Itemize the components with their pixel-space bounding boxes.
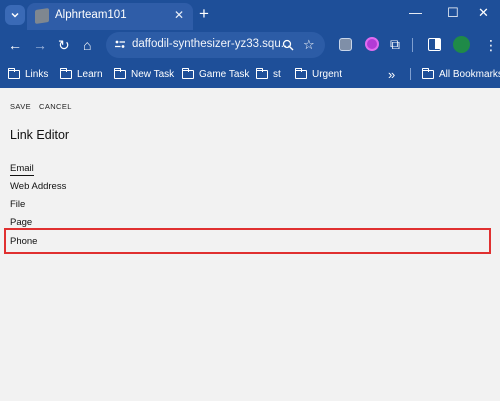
folder-icon: [294, 67, 307, 79]
link-type-file[interactable]: File: [10, 199, 25, 210]
save-button[interactable]: SAVE: [10, 102, 31, 111]
link-type-web-address[interactable]: Web Address: [10, 181, 66, 192]
bookmark-urgent[interactable]: Urgent: [294, 66, 343, 82]
folder-icon: [255, 67, 268, 79]
reload-icon[interactable]: ↻: [58, 37, 70, 53]
bookmarks-bar: Links Learn New Task Game Task st Urgent…: [0, 60, 500, 88]
forward-arrow-icon[interactable]: →: [33, 37, 47, 53]
bookmark-learn[interactable]: Learn: [59, 66, 103, 82]
tab-search-button[interactable]: [5, 5, 25, 25]
address-url: daffodil-synthesizer-yz33.squ...: [132, 38, 291, 50]
page-title: Link Editor: [10, 128, 70, 142]
close-icon[interactable]: ✕: [174, 8, 184, 22]
folder-icon: [59, 67, 72, 79]
back-arrow-icon[interactable]: ←: [8, 37, 22, 53]
bookmarks-overflow-button[interactable]: »: [388, 66, 395, 82]
cancel-button[interactable]: CANCEL: [39, 102, 72, 111]
page-content: SAVE CANCEL Link Editor Email Web Addres…: [0, 88, 500, 401]
extension-icon[interactable]: [339, 38, 352, 51]
toolbar-divider: [412, 38, 413, 52]
link-type-page[interactable]: Page: [10, 217, 32, 228]
folder-icon: [421, 67, 434, 79]
bookmark-label: Learn: [77, 68, 103, 80]
browser-chrome: Alphrteam101 ✕ + — ☐ ✕ ← → ↻ ⌂ daffodil-…: [0, 0, 500, 88]
browser-toolbar: ← → ↻ ⌂ daffodil-synthesizer-yz33.squ...…: [0, 30, 500, 60]
tab-title: Alphrteam101: [55, 9, 127, 21]
bookmark-label: st: [273, 68, 281, 80]
folder-icon: [181, 67, 194, 79]
bookmark-new-task[interactable]: New Task: [113, 66, 175, 82]
phone-highlight-box: [4, 228, 491, 254]
side-panel-icon[interactable]: [428, 38, 441, 51]
folder-icon: [7, 67, 20, 79]
window-close-icon[interactable]: ✕: [478, 4, 489, 22]
address-bar[interactable]: daffodil-synthesizer-yz33.squ... ☆: [106, 32, 325, 58]
bookmark-label: Urgent: [312, 68, 343, 80]
extensions-puzzle-icon[interactable]: ⧉: [390, 36, 400, 53]
link-type-email[interactable]: Email: [10, 163, 34, 176]
site-favicon-icon: [35, 8, 49, 24]
bookmark-game-task[interactable]: Game Task: [181, 66, 250, 82]
overflow-chevron-icon: »: [388, 66, 396, 82]
chevron-down-icon: [11, 12, 19, 18]
minimize-icon[interactable]: —: [409, 4, 422, 22]
maximize-icon[interactable]: ☐: [447, 4, 459, 22]
folder-icon: [113, 67, 126, 79]
bookmark-label: Links: [25, 68, 49, 80]
bookmarks-divider: [410, 68, 411, 80]
bookmark-label: New Task: [131, 68, 175, 80]
more-menu-icon[interactable]: ⋮: [484, 37, 498, 53]
zoom-icon[interactable]: [282, 39, 294, 51]
tab-bar: Alphrteam101 ✕ + — ☐ ✕: [0, 0, 500, 30]
extension-icon[interactable]: [365, 37, 379, 51]
new-tab-plus-icon[interactable]: +: [199, 4, 209, 24]
all-bookmarks-label: All Bookmarks: [439, 68, 500, 80]
browser-tab[interactable]: Alphrteam101 ✕: [27, 3, 193, 30]
home-icon[interactable]: ⌂: [83, 37, 91, 53]
all-bookmarks-button[interactable]: All Bookmarks: [421, 66, 500, 82]
avatar[interactable]: [453, 36, 470, 53]
site-info-icon[interactable]: [114, 38, 126, 50]
bookmark-st[interactable]: st: [255, 66, 281, 82]
star-icon[interactable]: ☆: [303, 37, 315, 53]
bookmark-label: Game Task: [199, 68, 250, 80]
bookmark-links[interactable]: Links: [7, 66, 49, 82]
